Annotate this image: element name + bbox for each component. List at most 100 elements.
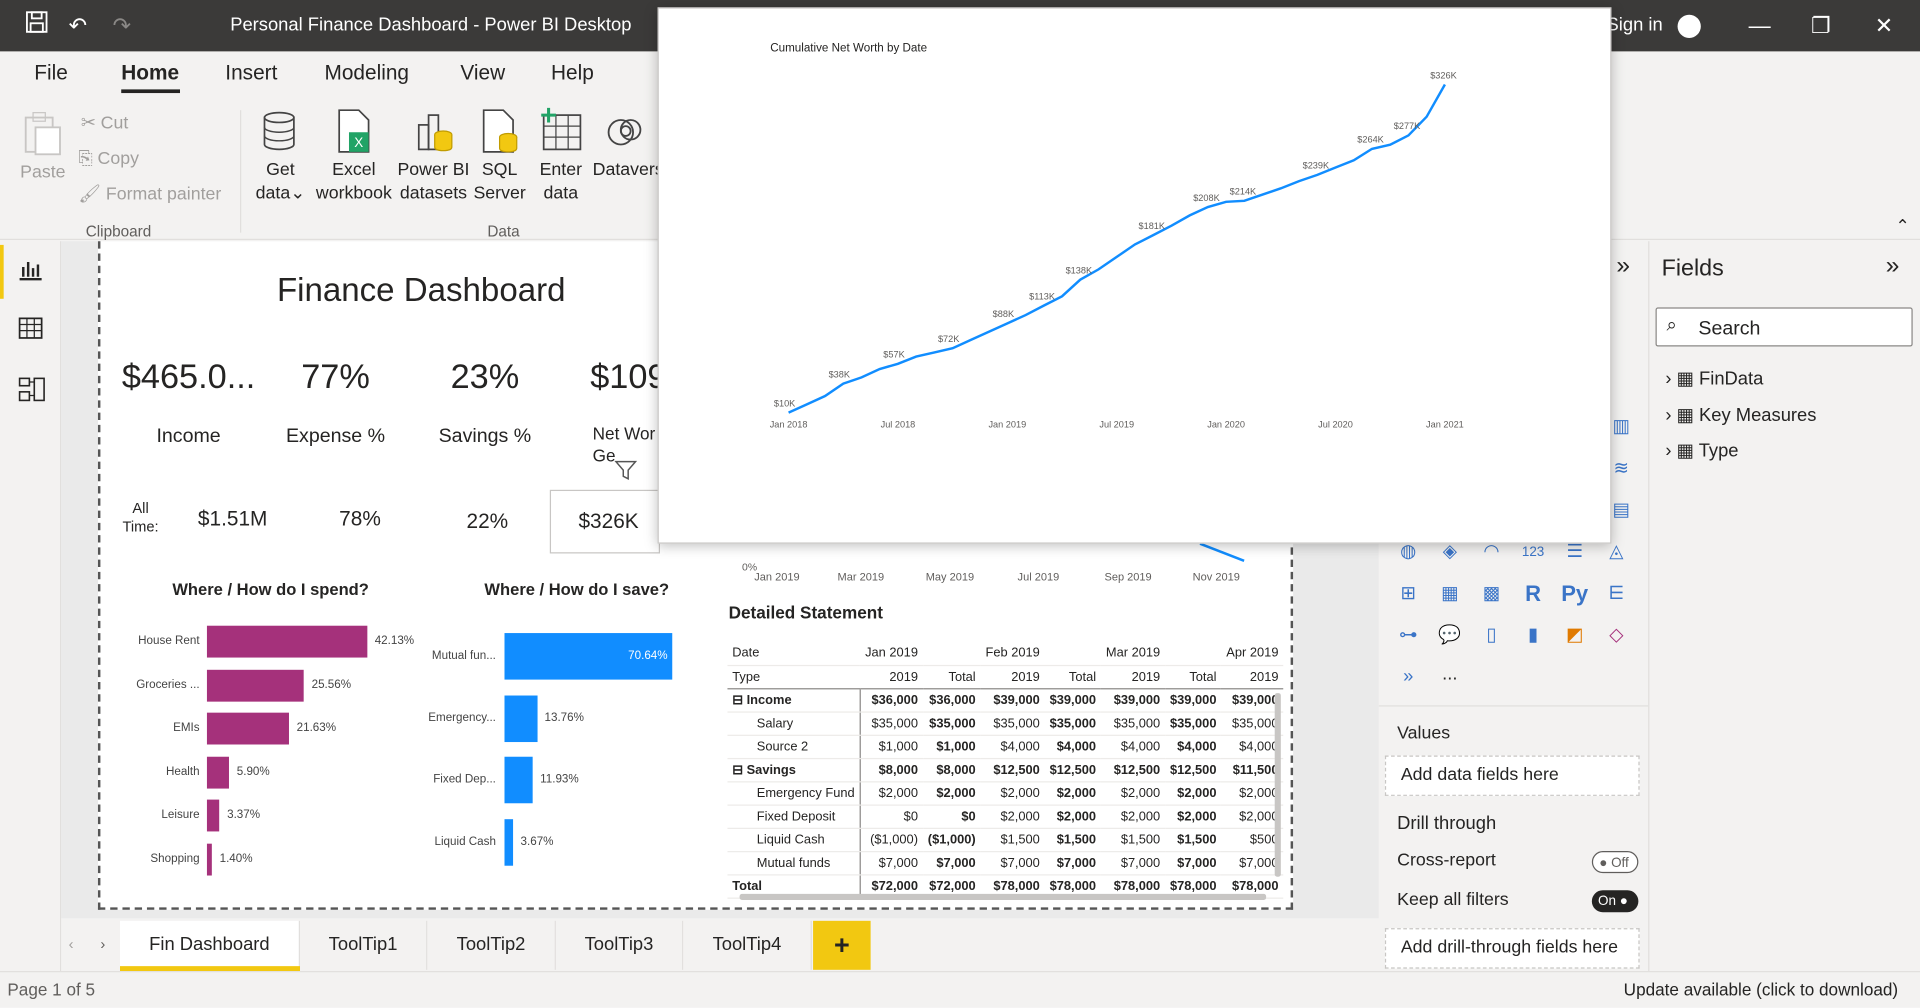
sign-in-link[interactable]: Sign in — [1607, 10, 1663, 42]
model-view-icon[interactable] — [17, 375, 46, 411]
format-painter-button[interactable]: 🖌 Format painter — [78, 184, 221, 207]
tab-view[interactable]: View — [460, 61, 505, 85]
matrix-header-cell[interactable]: Type — [727, 664, 861, 689]
matrix-header-cell[interactable]: Total — [1044, 664, 1101, 689]
cut-button[interactable]: ✂ Cut — [81, 113, 128, 136]
matrix-header-cell[interactable] — [1044, 641, 1101, 666]
power-apps-icon[interactable]: ◇ — [1602, 622, 1631, 649]
table-row[interactable]: Fixed Deposit $0 $0 $2,000 $2,000 $2,000 $2,00… — [727, 804, 1284, 829]
enter-data-button[interactable]: Enter data — [534, 107, 588, 206]
matrix-header-cell[interactable]: Date — [727, 641, 861, 666]
collapse-fields-icon[interactable]: » — [1886, 252, 1900, 280]
page-tab-fin-dashboard[interactable]: Fin Dashboard — [120, 920, 301, 970]
table-row[interactable]: Mutual funds $7,000 $7,000 $7,000 $7,000 $7,0… — [727, 851, 1284, 875]
python-visual-icon[interactable]: Py — [1560, 580, 1589, 607]
data-view-icon[interactable] — [17, 316, 44, 347]
table-row[interactable]: ⊟ Savings $8,000 $8,000 $12,500 $12,500 $12,5… — [727, 757, 1284, 782]
tab-insert[interactable]: Insert — [225, 61, 277, 85]
series-line[interactable] — [788, 83, 1446, 414]
excel-workbook-button[interactable]: X Excel workbook — [313, 108, 394, 206]
smart-narrative-icon[interactable]: ▮ — [1518, 622, 1547, 649]
matrix-header-cell[interactable] — [922, 641, 981, 666]
tab-help[interactable]: Help — [551, 61, 594, 85]
matrix-v-scrollbar[interactable] — [1274, 693, 1281, 877]
report-view-icon[interactable] — [17, 257, 44, 288]
matrix-header-cell[interactable]: Total — [1165, 664, 1222, 689]
bar[interactable] — [206, 843, 213, 875]
matrix-icon[interactable]: ▩ — [1477, 580, 1506, 607]
minimize-icon[interactable]: — — [1749, 10, 1771, 42]
page-tab-tooltip4[interactable]: ToolTip4 — [683, 920, 812, 970]
undo-icon[interactable]: ↶ — [69, 10, 87, 42]
table-row[interactable]: Emergency Fund $2,000 $2,000 $2,000 $2,000 $2… — [727, 781, 1284, 806]
qa-icon[interactable]: 💬 — [1435, 622, 1464, 649]
paginated-report-icon[interactable]: ▯ — [1477, 622, 1506, 649]
matrix-header-cell[interactable]: Feb 2019 — [980, 641, 1045, 666]
field-table-findata[interactable]: › ▦ FinData — [1665, 367, 1763, 390]
matrix-header-cell[interactable]: 2019 — [1100, 664, 1166, 689]
update-available-link[interactable]: Update available (click to download) — [1624, 980, 1898, 1000]
field-table-type[interactable]: › ▦ Type — [1665, 440, 1738, 462]
matrix-header-cell[interactable] — [1165, 641, 1222, 666]
page-tab-tooltip1[interactable]: ToolTip1 — [300, 920, 428, 970]
bar[interactable] — [504, 756, 533, 804]
tab-file[interactable]: File — [34, 61, 68, 85]
save-icon[interactable] — [24, 10, 48, 43]
get-data-button[interactable]: Get data⌄ — [252, 108, 308, 206]
matrix-header-cell[interactable]: Jan 2019 — [860, 641, 923, 666]
sql-server-button[interactable]: SQL Server — [473, 108, 527, 206]
collapse-ribbon-icon[interactable]: ⌃ — [1896, 216, 1910, 237]
power-automate-icon[interactable]: » — [1393, 664, 1422, 691]
table-row[interactable]: Liquid Cash ($1,000) ($1,000) $1,500 $1,500 $… — [727, 827, 1284, 852]
bar[interactable] — [206, 756, 230, 788]
bar[interactable] — [504, 818, 514, 866]
page-tab-tooltip2[interactable]: ToolTip2 — [427, 920, 556, 970]
drill-through-drop-zone[interactable]: Add drill-through fields here — [1384, 928, 1640, 969]
tab-scroll-left-icon[interactable]: ‹ — [69, 936, 74, 953]
fields-search-input[interactable]: ⌕ Search — [1655, 307, 1913, 347]
avatar[interactable] — [1677, 14, 1701, 38]
table-row[interactable]: Salary $35,000 $35,000 $35,000 $35,000 $35,00… — [727, 711, 1284, 736]
expand-filters-icon[interactable]: » — [1616, 252, 1630, 280]
redo-icon[interactable]: ↷ — [113, 10, 131, 42]
matrix-header-cell[interactable]: Mar 2019 — [1100, 641, 1166, 666]
close-icon[interactable]: ✕ — [1875, 10, 1893, 42]
table-row[interactable]: ⊟ Income $36,000 $36,000 $39,000 $39,000 $39,… — [727, 688, 1284, 713]
matrix-header-cell[interactable]: 2019 — [980, 664, 1045, 689]
values-drop-zone[interactable]: Add data fields here — [1384, 755, 1640, 796]
key-influencers-icon[interactable]: ⋿ — [1602, 580, 1631, 607]
slicer-icon[interactable]: ⊞ — [1393, 580, 1422, 607]
data-group-label: Data — [487, 222, 520, 241]
dataverse-button[interactable]: Datavers — [593, 108, 659, 183]
filter-icon[interactable] — [613, 458, 638, 489]
keep-filters-toggle[interactable]: On ● — [1591, 890, 1639, 913]
matrix-header-cell[interactable]: Apr 2019 — [1221, 641, 1284, 666]
bar[interactable] — [206, 669, 305, 702]
matrix-h-scrollbar[interactable] — [739, 893, 1267, 901]
arcgis-icon[interactable]: ◩ — [1560, 622, 1589, 649]
add-page-button[interactable]: + — [813, 920, 871, 970]
matrix-header-cell[interactable]: Total — [922, 664, 981, 689]
table-row[interactable]: Source 2 $1,000 $1,000 $4,000 $4,000 $4,000 $4… — [727, 734, 1284, 759]
bar[interactable] — [206, 799, 220, 832]
field-table-key-measures[interactable]: › ▦ Key Measures — [1665, 404, 1816, 426]
bar[interactable] — [504, 694, 538, 742]
restore-icon[interactable]: ❐ — [1811, 10, 1831, 42]
power-bi-datasets-button[interactable]: Power BI datasets — [397, 108, 470, 206]
matrix-header-cell[interactable]: 2019 — [860, 664, 923, 689]
paste-button[interactable]: Paste — [15, 110, 71, 185]
copy-button[interactable]: ⎘ Copy — [78, 148, 139, 171]
bar[interactable] — [206, 625, 368, 658]
r-visual-icon[interactable]: R — [1518, 580, 1547, 607]
tab-home[interactable]: Home — [121, 61, 179, 85]
matrix-header-cell[interactable]: 2019 — [1221, 664, 1284, 689]
tab-modeling[interactable]: Modeling — [324, 61, 408, 85]
table-visual-icon[interactable]: ▦ — [1435, 580, 1464, 607]
more-visuals-icon[interactable]: ... — [1435, 661, 1464, 688]
decomposition-tree-icon[interactable]: ⊶ — [1393, 622, 1422, 649]
statement-matrix[interactable]: Date Jan 2019 Feb 2019 Mar 2019 Apr 2019 Type… — [727, 634, 1284, 903]
cross-report-toggle[interactable]: ● Off — [1591, 851, 1639, 874]
tab-scroll-right-icon[interactable]: › — [100, 936, 105, 953]
bar[interactable] — [206, 712, 290, 745]
page-tab-tooltip3[interactable]: ToolTip3 — [555, 920, 684, 970]
